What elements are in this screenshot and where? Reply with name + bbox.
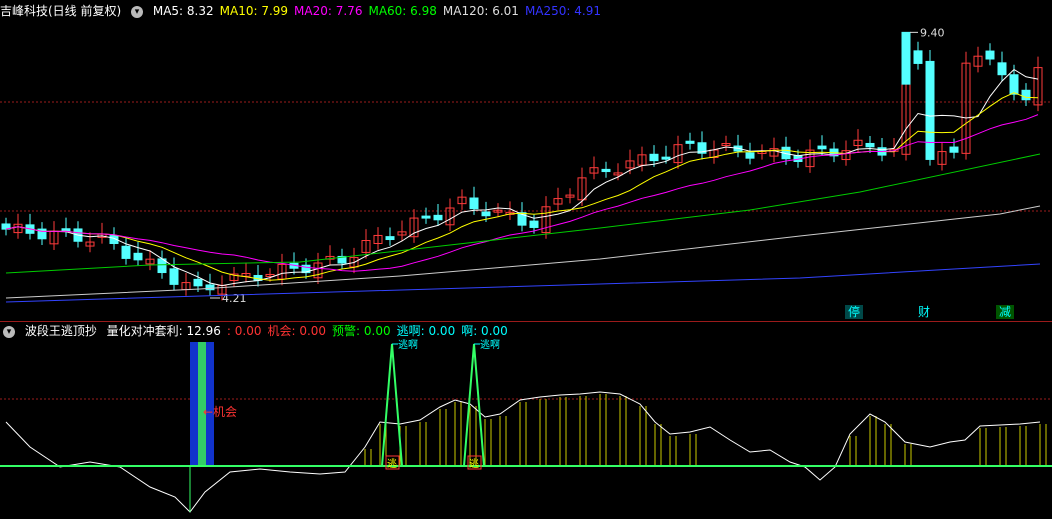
chance-bar-inner — [198, 342, 206, 466]
ma-line — [5, 114, 1039, 272]
candle-body — [529, 220, 539, 228]
candle-body — [949, 146, 959, 153]
candle-body — [661, 156, 671, 160]
candle-body — [469, 197, 479, 210]
escape-bottom-label: 逃 — [469, 457, 479, 470]
escape-top-label: 逃啊 — [480, 338, 500, 351]
candle-body — [901, 31, 911, 85]
chance-label: ←机会 — [203, 405, 237, 419]
candlestick-chart[interactable]: 9.40 4.21 — [0, 0, 1052, 322]
candle-body — [745, 152, 755, 159]
escape-top-label: 逃啊 — [398, 338, 418, 351]
indicator-chart[interactable]: ←机会 逃啊逃 逃啊逃 — [0, 322, 1052, 519]
high-price-label: 9.40 — [920, 26, 945, 39]
candle-body — [985, 50, 995, 60]
candle-body — [133, 252, 143, 261]
candle-body — [649, 153, 659, 162]
low-price-label: 4.21 — [222, 292, 247, 305]
candle-body — [925, 60, 935, 160]
candle-body — [865, 142, 875, 148]
escape-spike — [463, 343, 485, 467]
candle-body — [121, 245, 131, 259]
candle-body — [481, 211, 491, 217]
tag-reduce: 减 — [996, 305, 1015, 319]
candle-body — [913, 50, 923, 64]
ma-line — [5, 92, 1039, 281]
candle-body — [1009, 74, 1019, 95]
candle-body — [61, 228, 71, 232]
tag-finance: 财 — [918, 305, 931, 319]
tag-suspend: 停 — [845, 305, 864, 319]
escape-bottom-label: 逃 — [387, 457, 397, 470]
candle-body — [169, 268, 179, 285]
candle-body — [385, 236, 395, 241]
candle-body — [433, 214, 443, 221]
candle-body — [817, 145, 827, 150]
candle-body — [421, 215, 431, 219]
escape-spike — [381, 343, 403, 467]
candle-body — [193, 278, 203, 287]
candle-body — [997, 62, 1007, 76]
candle-body — [685, 140, 695, 144]
candle-body — [1021, 89, 1031, 101]
candle-body — [601, 168, 611, 173]
